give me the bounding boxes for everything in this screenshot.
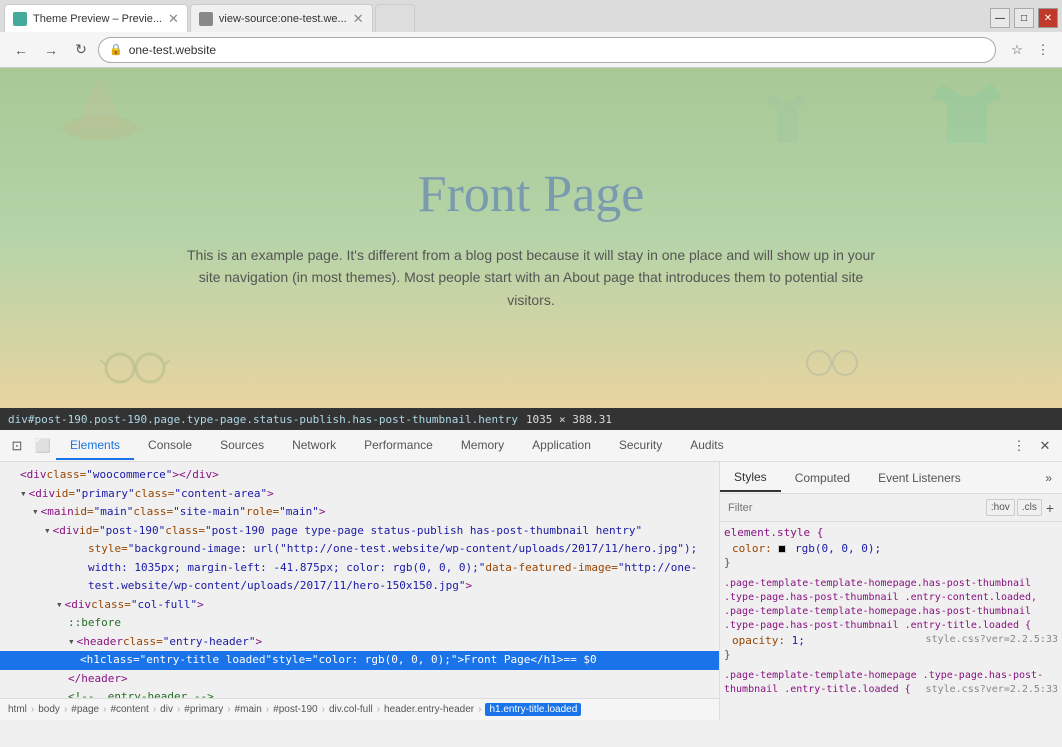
filter-hov-button[interactable]: :hov xyxy=(986,499,1015,516)
breadcrumb-primary[interactable]: #primary xyxy=(184,704,223,715)
minimize-button[interactable]: — xyxy=(990,8,1010,28)
html-line-11-selected[interactable]: <h1 class="entry-title loaded" style="co… xyxy=(0,651,719,670)
devtools-panel: ⊡ ⬜ Elements Console Sources Network Per… xyxy=(0,430,1062,720)
style-prop-color: color: rgb(0, 0, 0); xyxy=(724,541,1058,556)
close-button[interactable]: ✕ xyxy=(1038,8,1058,28)
tab-close-2[interactable]: ✕ xyxy=(353,11,364,27)
html-line-9: ::before xyxy=(0,614,719,633)
menu-icon[interactable]: ⋮ xyxy=(1032,39,1054,61)
browser-window: Theme Preview – Previe... ✕ view-source:… xyxy=(0,0,1062,720)
html-line-6: width: 1035px; margin-left: -41.875px; c… xyxy=(0,559,719,578)
style-rule-entry-title: .page-template-template-homepage .type-p… xyxy=(724,669,1058,697)
html-line-12: </header> xyxy=(0,670,719,689)
breadcrumb-body[interactable]: body xyxy=(38,704,60,715)
tab-application[interactable]: Application xyxy=(518,432,605,460)
elements-panel: <div class="woocommerce"></div> ▾ <div i… xyxy=(0,462,720,720)
tab-sources[interactable]: Sources xyxy=(206,432,278,460)
title-bar: Theme Preview – Previe... ✕ view-source:… xyxy=(0,0,1062,32)
tab-view-source[interactable]: view-source:one-test.we... ✕ xyxy=(190,4,373,32)
tab-event-listeners[interactable]: Event Listeners xyxy=(864,465,975,491)
tab-label-2: view-source:one-test.we... xyxy=(219,13,347,25)
breadcrumb-div[interactable]: div xyxy=(160,704,173,715)
style-rule-homepage: .page-template-template-homepage.has-pos… xyxy=(724,577,1058,661)
tab-label-1: Theme Preview – Previe... xyxy=(33,13,162,25)
hero-title: Front Page xyxy=(418,165,645,224)
status-size: 1035 × 388.31 xyxy=(526,413,612,426)
html-line-7: test.website/wp-content/uploads/2017/11/… xyxy=(0,577,719,596)
tab-close-1[interactable]: ✕ xyxy=(168,11,179,27)
page-content: Front Page This is an example page. It's… xyxy=(0,68,1062,408)
breadcrumb-post190[interactable]: #post-190 xyxy=(273,704,317,715)
breadcrumb-bar: html › body › #page › #content › div › #… xyxy=(0,698,719,720)
tab-computed[interactable]: Computed xyxy=(781,465,864,491)
breadcrumb-page[interactable]: #page xyxy=(71,704,99,715)
status-element-text: div#post-190.post-190.page.type-page.sta… xyxy=(8,413,518,426)
filter-input[interactable] xyxy=(728,502,982,514)
tab-favicon-2 xyxy=(199,12,213,26)
html-line-4: ▾ <div id="post-190" class="post-190 pag… xyxy=(0,522,719,541)
refresh-button[interactable]: ↻ xyxy=(68,37,94,63)
style-selector-element: element.style { xyxy=(724,526,1058,539)
lock-icon: 🔒 xyxy=(109,43,123,56)
style-selector-homepage: .page-template-template-homepage.has-pos… xyxy=(724,577,1058,633)
page-hero: Front Page This is an example page. It's… xyxy=(0,68,1062,408)
tab-performance[interactable]: Performance xyxy=(350,432,447,460)
styles-panel: Styles Computed Event Listeners » :hov .… xyxy=(720,462,1062,720)
styles-tabs-more[interactable]: » xyxy=(1035,465,1062,491)
devtools-status-bar: div#post-190.post-190.page.type-page.sta… xyxy=(0,408,1062,430)
style-selector-entry-title: .page-template-template-homepage .type-p… xyxy=(724,669,1058,697)
nav-icons: ☆ ⋮ xyxy=(1006,39,1054,61)
html-line-10: ▾ <header class="entry-header"> xyxy=(0,633,719,652)
tab-memory[interactable]: Memory xyxy=(447,432,518,460)
devtools-responsive-icon[interactable]: ⬜ xyxy=(30,433,56,459)
address-bar[interactable]: 🔒 one-test.website xyxy=(98,37,996,63)
breadcrumb-col-full[interactable]: div.col-full xyxy=(329,704,373,715)
styles-tabs: Styles Computed Event Listeners » xyxy=(720,462,1062,494)
tab-new[interactable] xyxy=(375,4,415,32)
filter-add-button[interactable]: + xyxy=(1046,500,1054,516)
tab-styles[interactable]: Styles xyxy=(720,464,781,492)
back-button[interactable]: ← xyxy=(8,37,34,63)
bookmark-icon[interactable]: ☆ xyxy=(1006,39,1028,61)
devtools-close-icon[interactable]: ✕ xyxy=(1032,433,1058,459)
tab-security[interactable]: Security xyxy=(605,432,676,460)
tab-elements[interactable]: Elements xyxy=(56,432,134,460)
tab-audits[interactable]: Audits xyxy=(676,432,737,460)
html-line-2: ▾ <div id="primary" class="content-area"… xyxy=(0,485,719,504)
forward-button[interactable]: → xyxy=(38,37,64,63)
elements-content: <div class="woocommerce"></div> ▾ <div i… xyxy=(0,462,719,698)
html-line-8: ▾ <div class="col-full"> xyxy=(0,596,719,615)
breadcrumb-content[interactable]: #content xyxy=(110,704,148,715)
styles-filter: :hov .cls + xyxy=(720,494,1062,522)
devtools-more-icon[interactable]: ⋮ xyxy=(1006,433,1032,459)
breadcrumb-h1-selected[interactable]: h1.entry-title.loaded xyxy=(485,703,581,716)
html-line-3: ▾ <main id="main" class="site-main" role… xyxy=(0,503,719,522)
devtools-inspect-icon[interactable]: ⊡ xyxy=(4,433,30,459)
style-rule-element: element.style { color: rgb(0, 0, 0); } xyxy=(724,526,1058,569)
breadcrumb-html[interactable]: html xyxy=(8,704,27,715)
breadcrumb-main[interactable]: #main xyxy=(235,704,262,715)
devtools-header: ⊡ ⬜ Elements Console Sources Network Per… xyxy=(0,430,1062,462)
filter-cls-button[interactable]: .cls xyxy=(1017,499,1042,516)
devtools-tabs: Elements Console Sources Network Perform… xyxy=(56,432,1006,460)
tab-favicon-1 xyxy=(13,12,27,26)
url-text: one-test.website xyxy=(129,43,985,57)
style-brace-close2: } xyxy=(724,648,1058,661)
tab-network[interactable]: Network xyxy=(278,432,350,460)
color-swatch[interactable] xyxy=(778,545,786,553)
style-brace-close1: } xyxy=(724,556,1058,569)
html-line-13: <!-- .entry-header --> xyxy=(0,688,719,698)
tab-console[interactable]: Console xyxy=(134,432,206,460)
breadcrumb-entry-header[interactable]: header.entry-header xyxy=(384,704,474,715)
hero-description: This is an example page. It's different … xyxy=(181,244,881,311)
html-line-1: <div class="woocommerce"></div> xyxy=(0,466,719,485)
styles-content: element.style { color: rgb(0, 0, 0); } .… xyxy=(720,522,1062,720)
maximize-button[interactable]: □ xyxy=(1014,8,1034,28)
window-controls: — □ ✕ xyxy=(990,8,1058,28)
nav-bar: ← → ↻ 🔒 one-test.website ☆ ⋮ xyxy=(0,32,1062,68)
html-line-5: style="background-image: url("http://one… xyxy=(0,540,719,559)
devtools-main: <div class="woocommerce"></div> ▾ <div i… xyxy=(0,462,1062,720)
tab-theme-preview[interactable]: Theme Preview – Previe... ✕ xyxy=(4,4,188,32)
